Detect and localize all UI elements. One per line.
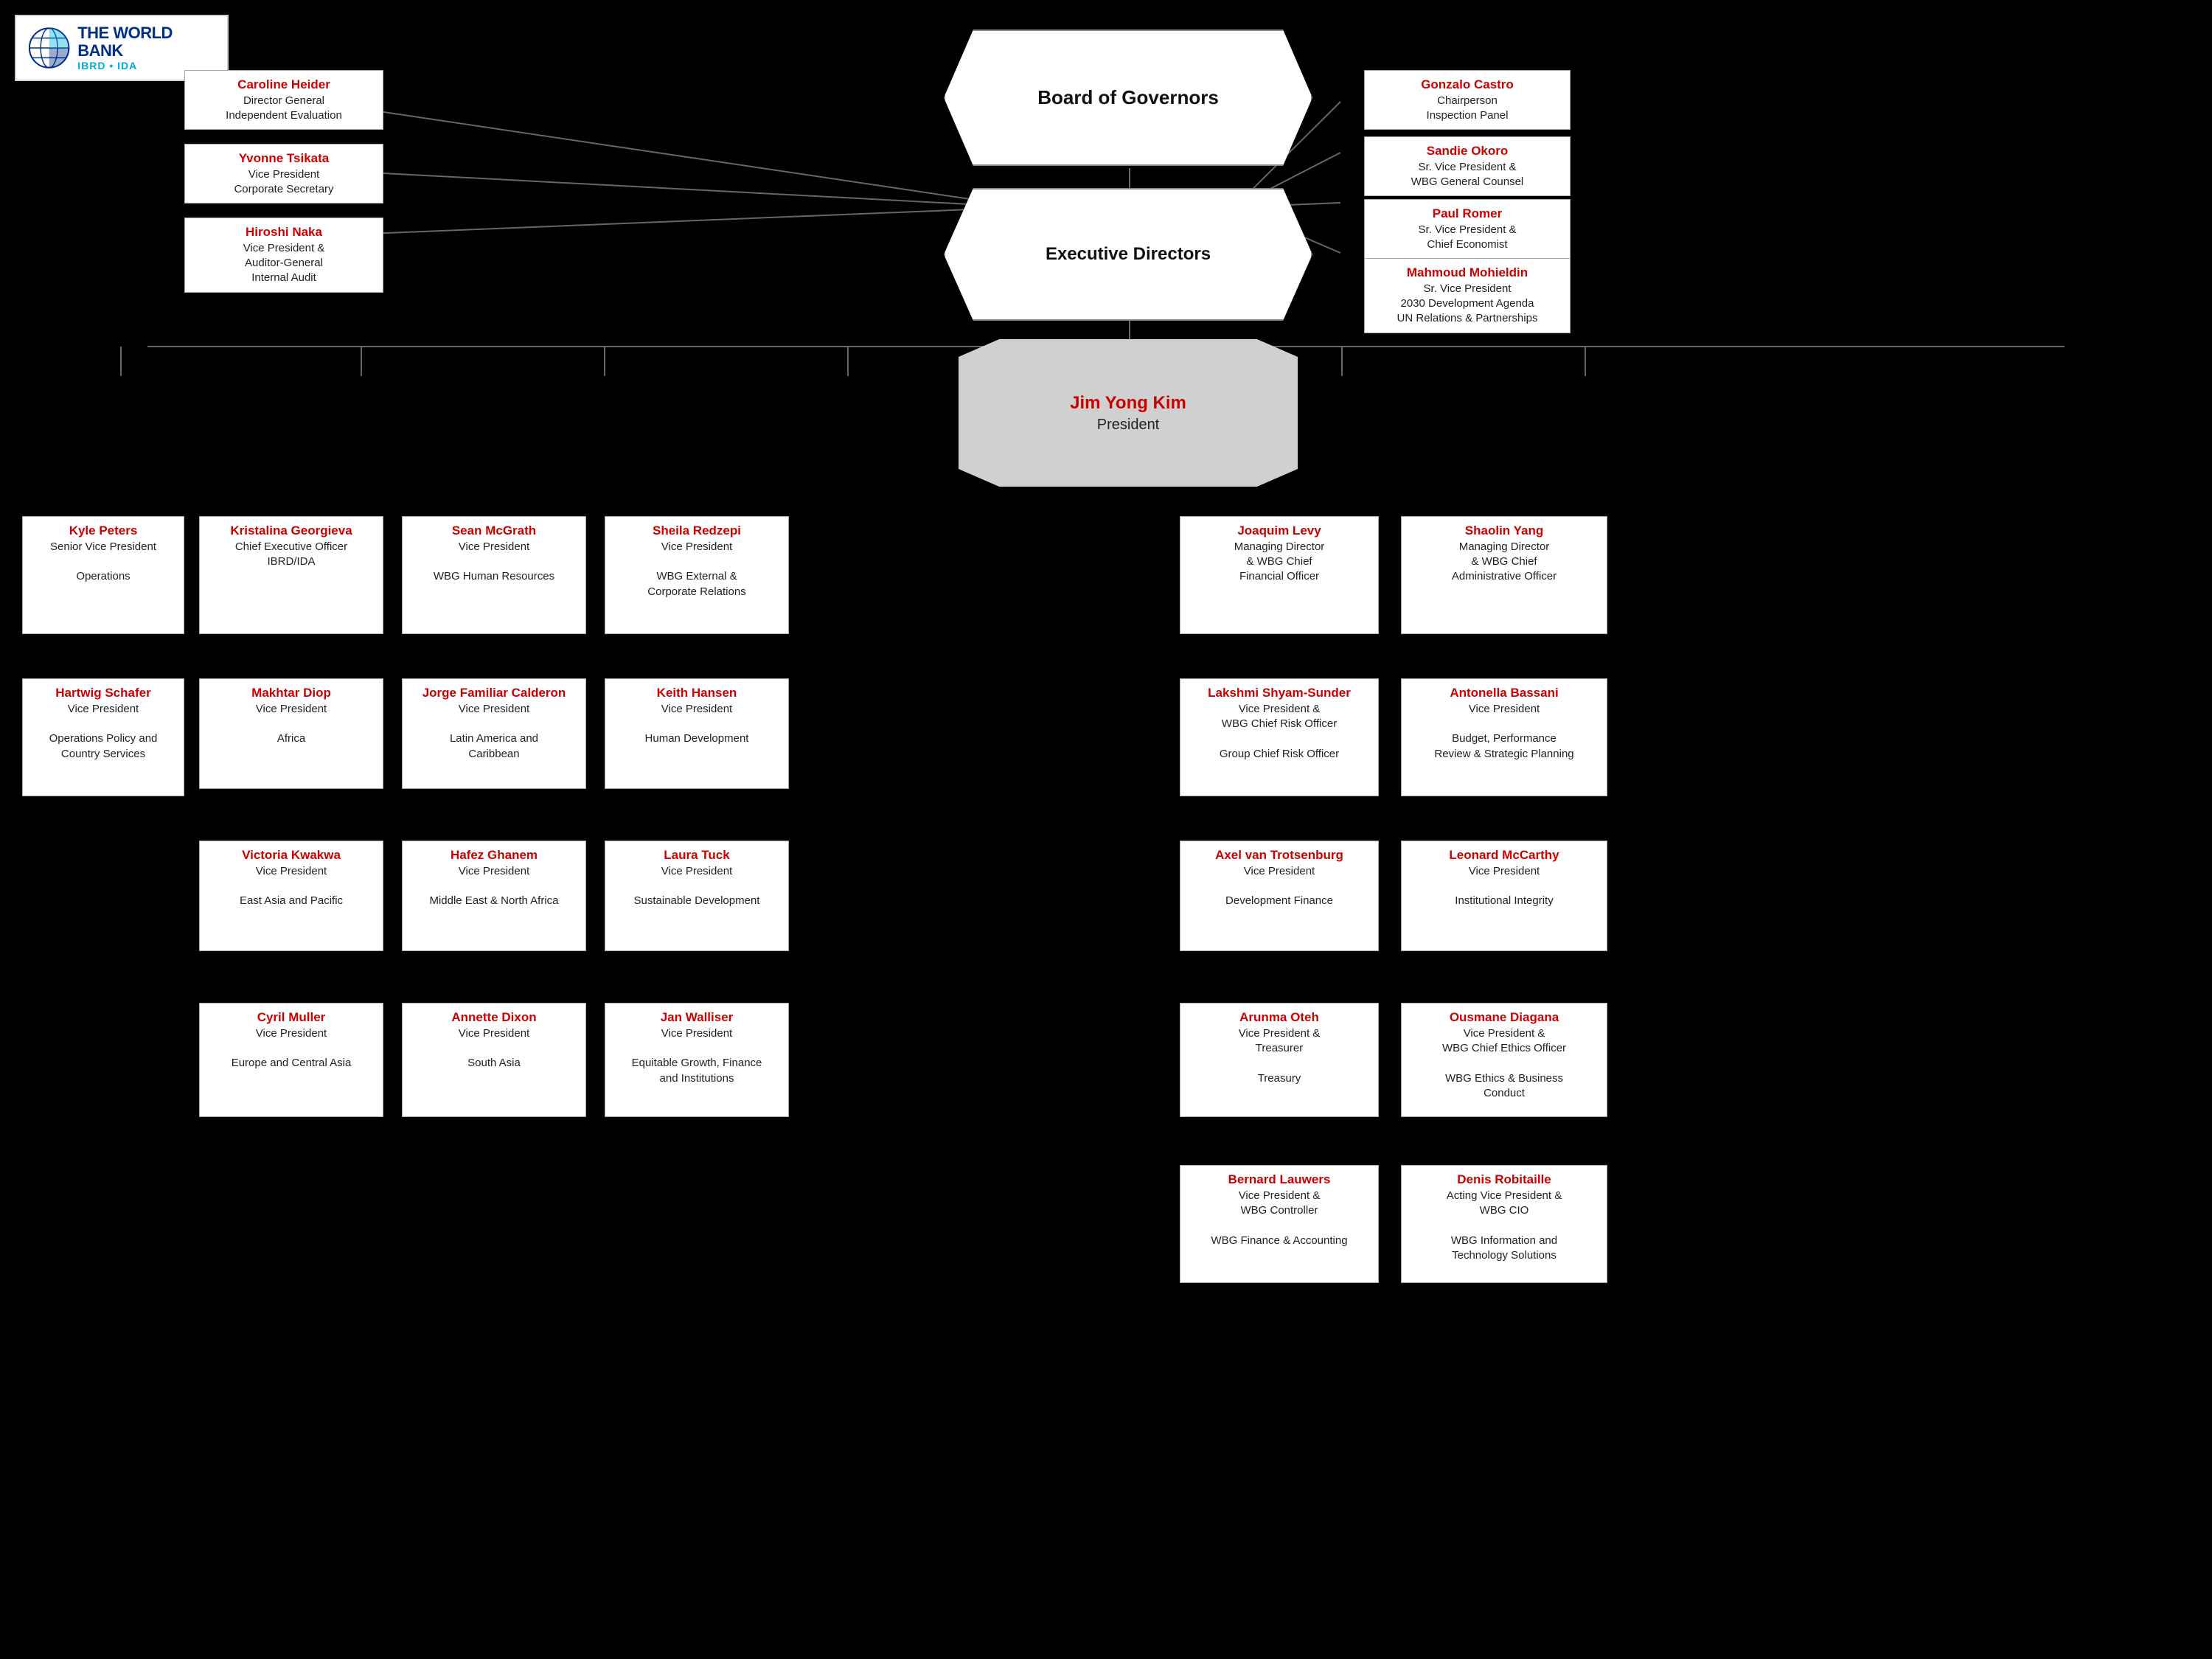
card-sean-mcgrath: Sean McGrath Vice PresidentWBG Human Res… [402,516,586,634]
card-yvonne-tsikata: Yvonne Tsikata Vice PresidentCorporate S… [184,144,383,204]
card-jorge-familiar-calderon: Jorge Familiar Calderon Vice PresidentLa… [402,678,586,789]
card-keith-hansen: Keith Hansen Vice PresidentHuman Develop… [605,678,789,789]
card-antonella-bassani: Antonella Bassani Vice PresidentBudget, … [1401,678,1607,796]
executive-directors: Executive Directors [944,188,1312,321]
card-hartwig-schafer: Hartwig Schafer Vice PresidentOperations… [22,678,184,796]
card-axel-van-trotsenburg: Axel van Trotsenburg Vice PresidentDevel… [1180,841,1379,951]
card-annette-dixon: Annette Dixon Vice PresidentSouth Asia [402,1003,586,1117]
card-arunma-oteh: Arunma Oteh Vice President &TreasurerTre… [1180,1003,1379,1117]
card-leonard-mccarthy: Leonard McCarthy Vice PresidentInstituti… [1401,841,1607,951]
card-mahmoud-mohieldin: Mahmoud Mohieldin Sr. Vice President2030… [1364,258,1571,333]
card-victoria-kwakwa: Victoria Kwakwa Vice PresidentEast Asia … [199,841,383,951]
card-kyle-peters: Kyle Peters Senior Vice PresidentOperati… [22,516,184,634]
card-sheila-redzepi: Sheila Redzepi Vice PresidentWBG Externa… [605,516,789,634]
card-makhtar-diop: Makhtar Diop Vice PresidentAfrica [199,678,383,789]
president-node: Jim Yong Kim President [959,339,1298,487]
card-joaquim-levy: Joaquim Levy Managing Director& WBG Chie… [1180,516,1379,634]
logo-name: THE WORLD BANK [77,24,215,60]
logo-text: THE WORLD BANK IBRD • IDA [77,24,215,72]
card-ousmane-diagana: Ousmane Diagana Vice President &WBG Chie… [1401,1003,1607,1117]
card-hafez-ghanem: Hafez Ghanem Vice PresidentMiddle East &… [402,841,586,951]
card-hiroshi-naka: Hiroshi Naka Vice President &Auditor-Gen… [184,218,383,293]
card-kristalina-georgieva: Kristalina Georgieva Chief Executive Off… [199,516,383,634]
world-bank-globe-icon [28,26,70,70]
board-of-governors: Board of Governors [944,29,1312,166]
card-paul-romer: Paul Romer Sr. Vice President &Chief Eco… [1364,199,1571,259]
card-lakshmi-shyam-sunder: Lakshmi Shyam-Sunder Vice President &WBG… [1180,678,1379,796]
board-of-governors-label: Board of Governors [1037,86,1219,109]
card-caroline-heider: Caroline Heider Director GeneralIndepend… [184,70,383,130]
card-gonzalo-castro: Gonzalo Castro ChairpersonInspection Pan… [1364,70,1571,130]
card-bernard-lauwers: Bernard Lauwers Vice President &WBG Cont… [1180,1165,1379,1283]
card-laura-tuck: Laura Tuck Vice PresidentSustainable Dev… [605,841,789,951]
card-shaolin-yang: Shaolin Yang Managing Director& WBG Chie… [1401,516,1607,634]
executive-directors-label: Executive Directors [1046,244,1211,265]
card-jan-walliser: Jan Walliser Vice PresidentEquitable Gro… [605,1003,789,1117]
card-cyril-muller: Cyril Muller Vice PresidentEurope and Ce… [199,1003,383,1117]
president-title: President [1097,417,1160,434]
president-name: Jim Yong Kim [1070,393,1186,414]
card-sandie-okoro: Sandie Okoro Sr. Vice President &WBG Gen… [1364,136,1571,196]
card-denis-robitaille: Denis Robitaille Acting Vice President &… [1401,1165,1607,1283]
